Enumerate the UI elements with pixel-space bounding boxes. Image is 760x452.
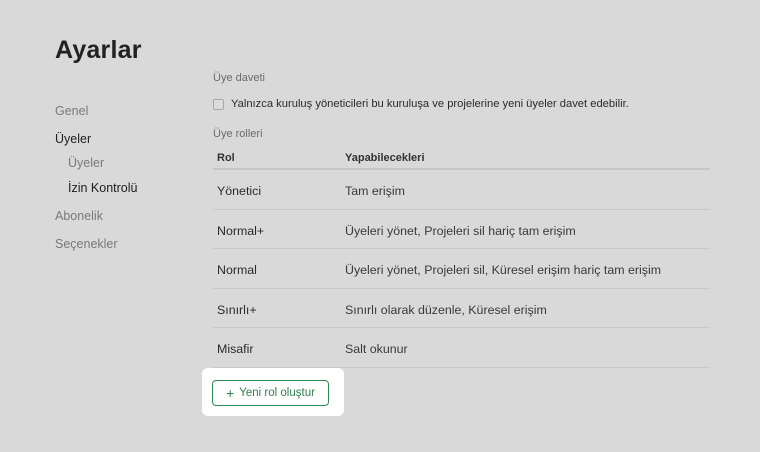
create-new-role-button[interactable]: + Yeni rol oluştur bbox=[212, 380, 329, 406]
role-name: Normal+ bbox=[217, 223, 265, 238]
new-role-highlight: + Yeni rol oluştur bbox=[202, 368, 344, 416]
sidebar-item-abonelik[interactable]: Abonelik bbox=[55, 209, 103, 223]
role-permissions: Üyeleri yönet, Projeleri sil hariç tam e… bbox=[345, 223, 576, 238]
member-roles-label: Üye rolleri bbox=[213, 128, 263, 140]
role-permissions: Salt okunur bbox=[345, 342, 408, 357]
page-title: Ayarlar bbox=[55, 36, 142, 64]
role-permissions: Üyeleri yönet, Projeleri sil, Küresel er… bbox=[345, 263, 662, 278]
sidebar-item-secenekler[interactable]: Seçenekler bbox=[55, 237, 118, 251]
table-row[interactable]: Sınırlı+ Sınırlı olarak düzenle, Küresel… bbox=[213, 289, 710, 329]
role-permissions: Sınırlı olarak düzenle, Küresel erişim bbox=[345, 302, 547, 317]
table-row[interactable]: Normal+ Üyeleri yönet, Projeleri sil har… bbox=[213, 210, 710, 250]
role-permissions: Tam erişim bbox=[345, 184, 405, 198]
invite-restriction-option[interactable]: Yalnızca kuruluş yöneticileri bu kuruluş… bbox=[213, 98, 629, 110]
column-header-rol: Rol bbox=[217, 152, 235, 164]
invite-restriction-checkbox[interactable] bbox=[213, 98, 224, 110]
column-header-yapabilecekleri: Yapabilecekleri bbox=[345, 152, 425, 164]
table-row[interactable]: Normal Üyeleri yönet, Projeleri sil, Kür… bbox=[213, 249, 710, 289]
role-name: Misafir bbox=[217, 342, 254, 357]
invite-restriction-label: Yalnızca kuruluş yöneticileri bu kuruluş… bbox=[231, 98, 629, 110]
sidebar-item-uyeler[interactable]: Üyeler bbox=[55, 132, 91, 146]
sidebar-subitem-izin-kontrolu[interactable]: İzin Kontrolü bbox=[68, 181, 137, 195]
role-name: Yönetici bbox=[217, 184, 262, 198]
roles-table: Rol Yapabilecekleri Yönetici Tam erişim … bbox=[213, 150, 710, 368]
table-row[interactable]: Yönetici Tam erişim bbox=[213, 170, 710, 210]
sidebar-subitem-uyeler[interactable]: Üyeler bbox=[68, 156, 104, 170]
role-name: Sınırlı+ bbox=[217, 302, 257, 317]
table-row[interactable]: Misafir Salt okunur bbox=[213, 328, 710, 368]
roles-table-header: Rol Yapabilecekleri bbox=[213, 150, 710, 170]
create-new-role-label: Yeni rol oluştur bbox=[239, 387, 315, 399]
member-invite-section: Üye daveti bbox=[213, 70, 710, 90]
member-invite-label: Üye daveti bbox=[213, 72, 265, 84]
plus-icon: + bbox=[226, 385, 235, 401]
sidebar-item-genel[interactable]: Genel bbox=[55, 104, 88, 118]
role-name: Normal bbox=[217, 263, 257, 278]
